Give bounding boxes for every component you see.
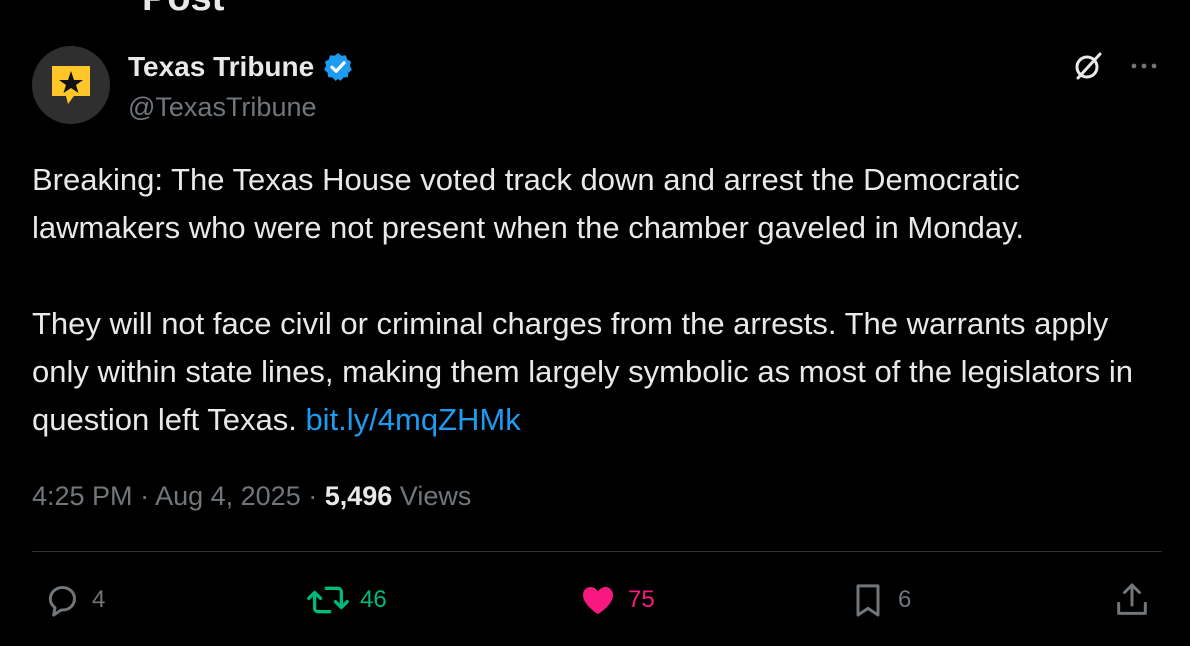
share-button[interactable] bbox=[1112, 580, 1152, 620]
post-link[interactable]: bit.ly/4mqZHMk bbox=[305, 402, 520, 437]
bookmark-count: 6 bbox=[898, 586, 912, 613]
retweet-count: 46 bbox=[360, 586, 387, 613]
retweet-button[interactable]: 46 bbox=[306, 580, 387, 620]
more-options-icon[interactable] bbox=[1128, 50, 1160, 82]
avatar[interactable] bbox=[32, 46, 110, 124]
like-count: 75 bbox=[628, 586, 655, 613]
author-handle[interactable]: @TexasTribune bbox=[128, 90, 317, 124]
share-icon bbox=[1117, 583, 1147, 615]
bookmark-icon bbox=[856, 584, 880, 617]
post-meta: 4:25 PM · Aug 4, 2025 · 5,496 Views bbox=[32, 481, 472, 511]
heart-icon bbox=[583, 587, 613, 615]
post-paragraph: Breaking: The Texas House voted track do… bbox=[32, 162, 1024, 245]
post-paragraph-text: They will not face civil or criminal cha… bbox=[32, 306, 1133, 437]
author-display-name[interactable]: Texas Tribune bbox=[128, 50, 314, 84]
post-top-actions bbox=[1072, 50, 1160, 82]
reply-icon bbox=[48, 586, 76, 617]
post-date[interactable]: Aug 4, 2025 bbox=[155, 481, 301, 511]
page-title: Post bbox=[142, 0, 224, 18]
grok-icon[interactable] bbox=[1072, 50, 1104, 82]
views-label: Views bbox=[392, 481, 472, 511]
author-name-row[interactable]: Texas Tribune bbox=[128, 50, 354, 84]
like-button[interactable]: 75 bbox=[578, 580, 655, 620]
retweet-icon bbox=[307, 586, 349, 614]
reply-count: 4 bbox=[92, 586, 106, 613]
post-time[interactable]: 4:25 PM bbox=[32, 481, 133, 511]
bookmark-button[interactable]: 6 bbox=[848, 580, 911, 620]
texas-tribune-logo-icon bbox=[52, 66, 90, 104]
reply-button[interactable]: 4 bbox=[42, 580, 105, 620]
divider bbox=[32, 551, 1162, 552]
views-count: 5,496 bbox=[324, 481, 393, 511]
verified-badge-icon bbox=[324, 53, 353, 81]
post-paragraph: They will not face civil or criminal cha… bbox=[32, 300, 1162, 444]
post-text: Breaking: The Texas House voted track do… bbox=[32, 156, 1162, 444]
back-arrow-icon[interactable] bbox=[40, 0, 100, 6]
